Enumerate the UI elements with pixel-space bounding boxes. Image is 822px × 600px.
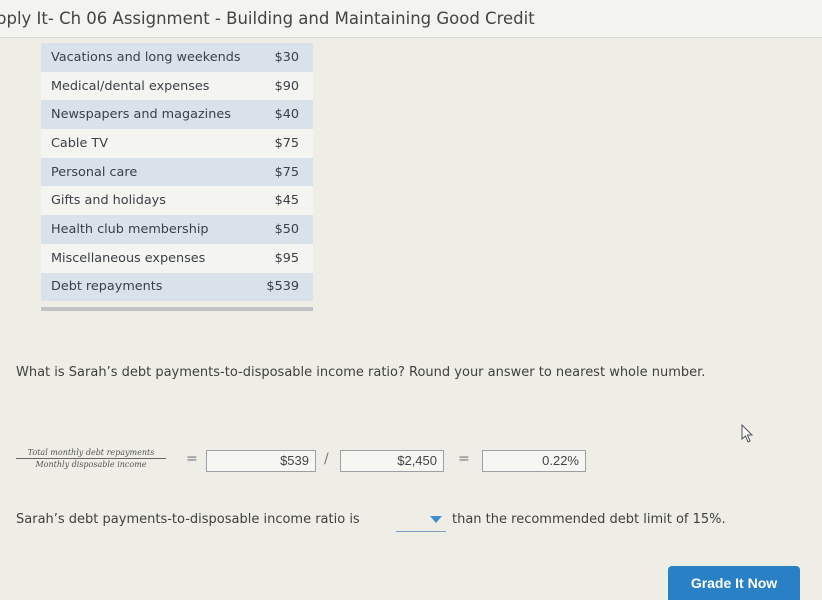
expense-label: Health club membership: [51, 221, 209, 237]
equals-sign: =: [458, 451, 470, 467]
divide-sign: /: [324, 451, 329, 467]
table-divider: [41, 307, 313, 312]
disposable-income-input[interactable]: $2,450: [340, 450, 444, 472]
expense-amount: $90: [274, 78, 299, 94]
table-row: Miscellaneous expenses $95: [41, 243, 313, 273]
comparison-suffix: than the recommended debt limit of 15%.: [452, 512, 726, 527]
comparison-dropdown[interactable]: [396, 512, 446, 532]
expense-amount: $75: [274, 135, 299, 151]
table-row: Health club membership $50: [41, 215, 313, 244]
grade-it-now-button[interactable]: Grade It Now: [668, 566, 800, 600]
formula-numerator: Total monthly debt repayments: [16, 448, 166, 459]
table-row: Personal care $75: [41, 157, 313, 187]
expense-amount: $539: [266, 279, 299, 295]
caret-down-icon: [430, 516, 442, 523]
debt-repayments-input[interactable]: $539: [206, 450, 316, 472]
mouse-cursor-icon: [741, 424, 754, 443]
table-row: Newspapers and magazines $40: [41, 100, 313, 130]
expense-amount: $30: [274, 49, 299, 65]
table-row: Medical/dental expenses $90: [41, 71, 313, 101]
equals-sign: =: [186, 451, 198, 467]
comparison-prefix: Sarah’s debt payments-to-disposable inco…: [16, 512, 360, 527]
table-row: Gifts and holidays $45: [41, 186, 313, 216]
expense-label: Medical/dental expenses: [51, 78, 210, 94]
expense-label: Newspapers and magazines: [51, 107, 231, 123]
expense-label: Personal care: [51, 164, 138, 180]
ratio-result-input[interactable]: 0.22%: [482, 450, 586, 472]
expense-amount: $95: [274, 250, 299, 266]
expense-label: Miscellaneous expenses: [51, 250, 206, 266]
expense-label: Cable TV: [51, 135, 108, 151]
expense-label: Gifts and holidays: [51, 193, 166, 209]
table-row: Cable TV $75: [41, 129, 313, 158]
assignment-title: pply It- Ch 06 Assignment - Building and…: [0, 9, 535, 28]
ratio-formula: Total monthly debt repayments Monthly di…: [16, 448, 166, 469]
expense-label: Vacations and long weekends: [51, 49, 241, 65]
expense-label: Debt repayments: [51, 279, 163, 295]
table-row: Debt repayments $539: [41, 272, 313, 302]
expense-amount: $50: [274, 221, 299, 237]
expense-amount: $45: [274, 193, 299, 209]
table-row: Vacations and long weekends $30: [41, 43, 313, 72]
question-text: What is Sarah’s debt payments-to-disposa…: [16, 365, 706, 380]
expenses-table: Vacations and long weekends $30 Medical/d…: [41, 43, 313, 312]
formula-denominator: Monthly disposable income: [35, 460, 147, 469]
expense-amount: $75: [274, 164, 299, 180]
expense-amount: $40: [274, 107, 299, 123]
assignment-header: pply It- Ch 06 Assignment - Building and…: [0, 0, 822, 38]
